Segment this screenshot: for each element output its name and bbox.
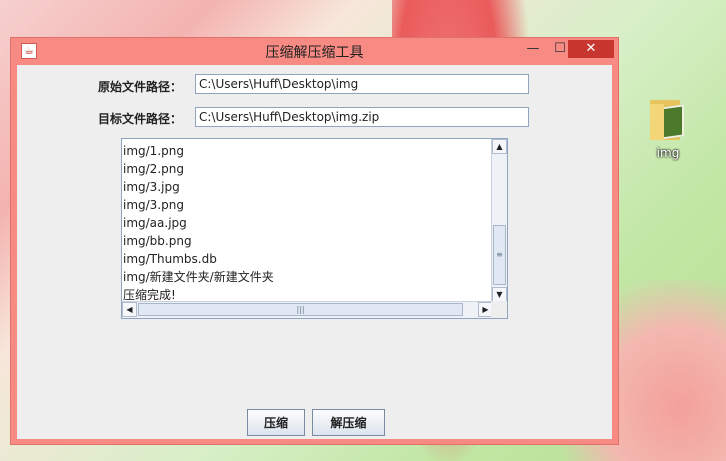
source-path-label: 原始文件路径：	[98, 80, 183, 94]
scroll-left-arrow-icon[interactable]: ◀	[122, 302, 137, 317]
log-line: img/2.png	[123, 162, 184, 176]
scroll-down-arrow-icon[interactable]: ▼	[492, 287, 507, 302]
log-line: img/3.jpg	[123, 180, 180, 194]
log-lines: img/1.png img/2.png img/3.jpg img/3.png …	[123, 142, 274, 304]
log-line: img/3.png	[123, 198, 184, 212]
log-line: img/1.png	[123, 144, 184, 158]
decompress-button[interactable]: 解压缩	[312, 409, 385, 436]
desktop-folder-img[interactable]: img	[646, 96, 690, 162]
horizontal-scrollbar[interactable]: ◀ ||| ▶	[122, 301, 493, 318]
log-line: img/Thumbs.db	[123, 252, 217, 266]
log-line: img/bb.png	[123, 234, 192, 248]
log-line: img/aa.jpg	[123, 216, 187, 230]
close-button[interactable]: ✕	[568, 40, 614, 58]
vertical-scroll-thumb[interactable]: ≡	[493, 225, 506, 285]
folder-icon	[650, 96, 686, 140]
title-bar[interactable]: ☕ 压缩解压缩工具 — ☐ ✕	[11, 38, 618, 64]
app-window: ☕ 压缩解压缩工具 — ☐ ✕ 原始文件路径： 目标文件路径： img/1.pn…	[10, 37, 619, 445]
target-path-input[interactable]	[195, 107, 529, 127]
target-path-label: 目标文件路径：	[98, 112, 183, 126]
log-text-area[interactable]: img/1.png img/2.png img/3.jpg img/3.png …	[121, 138, 508, 319]
source-path-input[interactable]	[195, 74, 529, 94]
scroll-corner	[491, 301, 507, 318]
horizontal-scroll-thumb[interactable]: |||	[138, 303, 463, 316]
log-line: img/新建文件夹/新建文件夹	[123, 270, 274, 284]
window-content: 原始文件路径： 目标文件路径： img/1.png img/2.png img/…	[17, 65, 612, 439]
compress-button[interactable]: 压缩	[247, 409, 305, 436]
minimize-button[interactable]: —	[520, 40, 546, 58]
scroll-up-arrow-icon[interactable]: ▲	[492, 139, 507, 154]
vertical-scrollbar[interactable]: ▲ ≡ ▼	[491, 139, 507, 302]
desktop-folder-label: img	[656, 146, 680, 160]
